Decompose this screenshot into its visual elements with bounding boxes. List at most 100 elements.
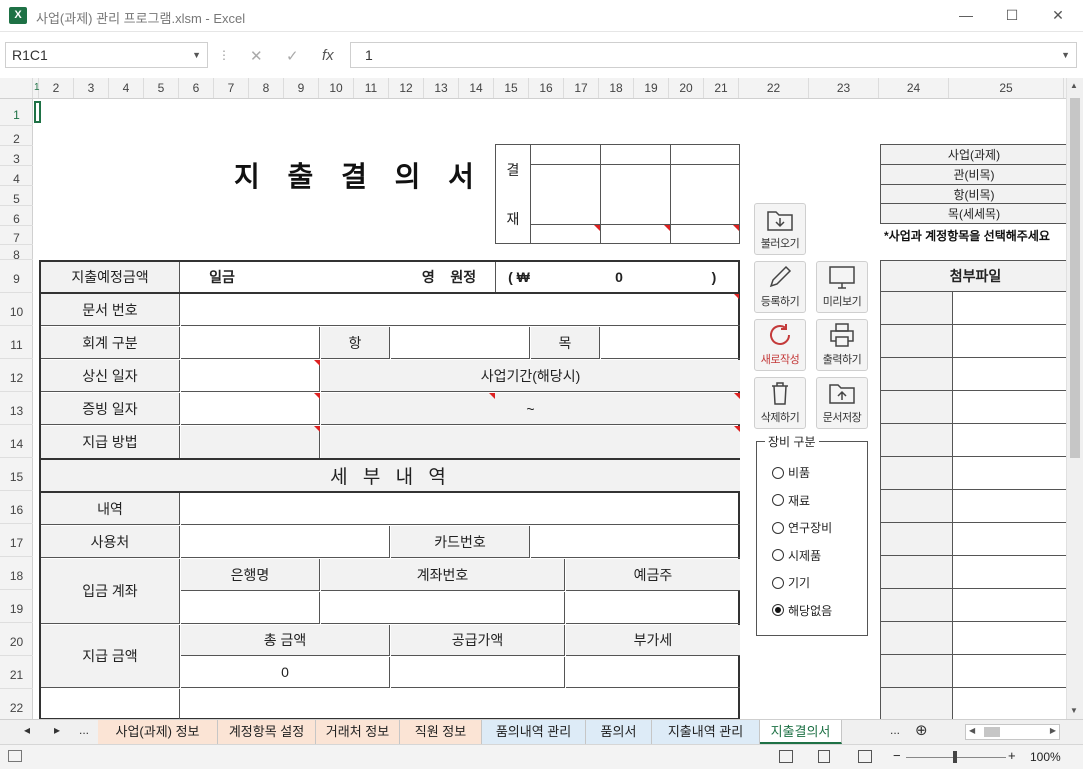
scroll-left-icon[interactable]: ◀	[969, 726, 975, 735]
radio-button[interactable]	[772, 521, 784, 534]
attachment-row[interactable]	[881, 523, 953, 556]
attachment-row[interactable]	[881, 424, 953, 457]
column-header[interactable]: 22	[739, 78, 809, 98]
attachment-row[interactable]	[881, 457, 953, 490]
column-header[interactable]: 25	[949, 78, 1064, 98]
column-header[interactable]: 15	[494, 78, 529, 98]
column-header[interactable]: 5	[144, 78, 179, 98]
vat-field[interactable]	[566, 657, 740, 688]
account-no-field[interactable]	[321, 592, 565, 624]
column-header[interactable]: 8	[249, 78, 284, 98]
attachment-cell[interactable]	[953, 622, 1066, 655]
sheet-tab[interactable]: 계정항목 설정	[218, 720, 316, 744]
row-header[interactable]: 20	[0, 623, 33, 656]
account-field[interactable]	[181, 327, 320, 359]
attachment-cell[interactable]	[953, 523, 1066, 556]
attachment-row[interactable]	[881, 556, 953, 589]
zoom-slider-thumb[interactable]	[953, 751, 957, 763]
attachment-cell[interactable]	[953, 589, 1066, 622]
maximize-button[interactable]: ☐	[989, 0, 1035, 32]
cancel-icon[interactable]: ✕	[250, 47, 263, 65]
attachment-row[interactable]	[881, 622, 953, 655]
enter-icon[interactable]: ✓	[286, 47, 299, 65]
attachment-row[interactable]	[881, 358, 953, 391]
column-header[interactable]: 6	[179, 78, 214, 98]
hscroll-thumb[interactable]	[984, 727, 1000, 737]
column-header[interactable]: 20	[669, 78, 704, 98]
row-header[interactable]: 6	[0, 206, 33, 226]
equipment-option[interactable]: 기기	[772, 574, 810, 591]
column-header[interactable]: 11	[354, 78, 389, 98]
row-header[interactable]: 9	[0, 260, 33, 293]
gwan-select[interactable]: 관(비목)	[881, 165, 1066, 185]
attachment-cell[interactable]	[953, 424, 1066, 457]
row-header[interactable]: 2	[0, 126, 33, 146]
sheet-tab[interactable]: 품의서	[586, 720, 652, 744]
row-header[interactable]: 8	[0, 245, 33, 262]
row-header[interactable]: 5	[0, 186, 33, 206]
row-header[interactable]: 15	[0, 458, 33, 491]
attachment-cell[interactable]	[953, 391, 1066, 424]
register-button[interactable]: 등록하기	[754, 261, 806, 313]
doc-no-field[interactable]	[181, 294, 740, 326]
row-header[interactable]: 11	[0, 326, 33, 359]
page-break-icon[interactable]	[858, 750, 872, 763]
hang-select[interactable]: 항(비목)	[881, 185, 1066, 204]
pay-method-field[interactable]	[181, 426, 320, 458]
approval-grid[interactable]	[530, 144, 740, 244]
sheet-tab[interactable]: 직원 정보	[400, 720, 482, 744]
column-header[interactable]: 13	[424, 78, 459, 98]
column-header[interactable]: 14	[459, 78, 494, 98]
column-header[interactable]: 9	[284, 78, 319, 98]
row-header[interactable]: 3	[0, 146, 33, 166]
period-range[interactable]: ~	[321, 393, 740, 425]
row-header[interactable]: 1	[0, 99, 33, 126]
holder-field[interactable]	[566, 592, 740, 624]
sheet-tab[interactable]: 지출결의서	[760, 720, 842, 744]
column-header[interactable]: 7	[214, 78, 249, 98]
row-header[interactable]: 22	[0, 689, 33, 722]
name-box[interactable]: R1C1 ▼	[5, 42, 208, 68]
equipment-option[interactable]: 해당없음	[772, 602, 832, 619]
column-header[interactable]: 21	[704, 78, 739, 98]
sheet-tab[interactable]: 거래처 정보	[316, 720, 400, 744]
sheet-tab[interactable]: 품의내역 관리	[482, 720, 586, 744]
mok-select[interactable]: 목(세세목)	[881, 204, 1066, 223]
save-button[interactable]: 문서저장	[816, 377, 868, 429]
zoom-out-button[interactable]: −	[893, 748, 901, 763]
supply-field[interactable]	[391, 657, 565, 688]
vendor-field[interactable]	[181, 526, 390, 558]
row-header[interactable]: 13	[0, 392, 33, 425]
column-header[interactable]: 2	[39, 78, 74, 98]
row-header[interactable]: 12	[0, 359, 33, 392]
radio-button[interactable]	[772, 576, 784, 589]
attachment-cell[interactable]	[953, 325, 1066, 358]
page-layout-icon[interactable]	[818, 750, 830, 763]
attachment-row[interactable]	[881, 391, 953, 424]
row-header[interactable]: 21	[0, 656, 33, 689]
radio-button[interactable]	[772, 549, 784, 561]
radio-button[interactable]	[772, 466, 784, 479]
card-field[interactable]	[531, 526, 740, 558]
vertical-scrollbar[interactable]: ▲ ▼	[1066, 78, 1083, 719]
attachments-list[interactable]	[880, 292, 1066, 719]
new-button[interactable]: 새로작성	[754, 319, 806, 371]
chevron-down-icon[interactable]: ▼	[192, 43, 201, 67]
equipment-option[interactable]: 재료	[772, 492, 810, 509]
normal-view-icon[interactable]	[779, 750, 793, 763]
row-header[interactable]: 17	[0, 524, 33, 557]
worksheet[interactable]: 지 출 결 의 서 결 재 사업(과제) 관(비목) 항(비목) 목(세세목) …	[34, 99, 1066, 719]
row-header[interactable]: 16	[0, 491, 33, 524]
tab-next-icon[interactable]: ▸	[54, 723, 60, 737]
select-all-corner[interactable]	[0, 78, 33, 98]
mok-field[interactable]	[601, 327, 740, 359]
attachment-cell[interactable]	[953, 457, 1066, 490]
macro-record-icon[interactable]	[8, 750, 22, 762]
sheet-tab[interactable]: 사업(과제) 정보	[98, 720, 218, 744]
column-header[interactable]: 16	[529, 78, 564, 98]
attachment-row[interactable]	[881, 292, 953, 325]
hang-field[interactable]	[391, 327, 530, 359]
scroll-right-icon[interactable]: ▶	[1050, 726, 1056, 735]
tab-ellipsis-right[interactable]: ...	[890, 723, 900, 737]
equipment-option[interactable]: 시제품	[772, 547, 821, 564]
